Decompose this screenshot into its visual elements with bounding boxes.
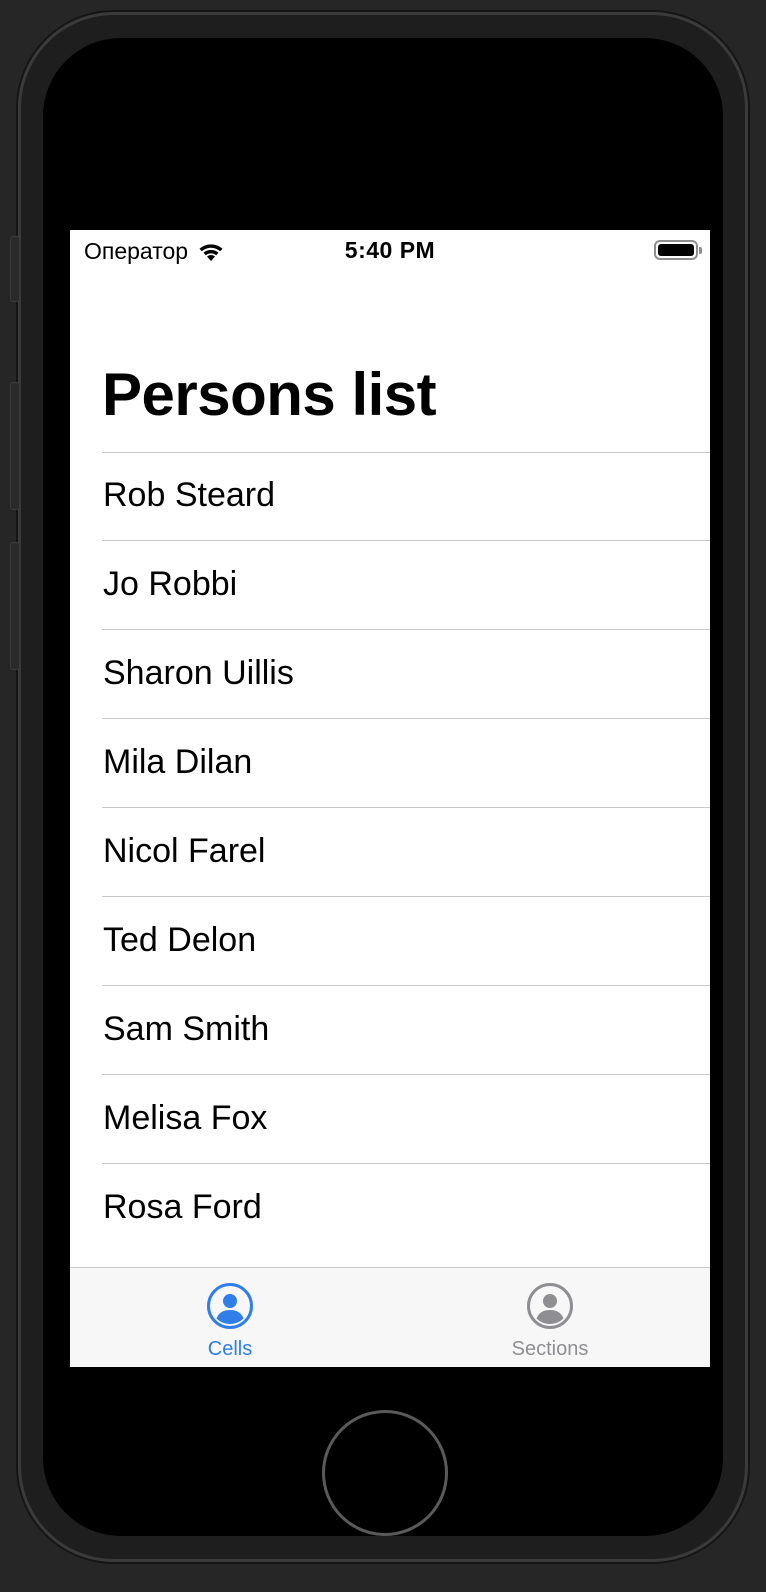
tab-cells[interactable]: Cells xyxy=(70,1268,390,1367)
tab-label: Cells xyxy=(207,1338,253,1360)
table-row[interactable]: Ted Delon xyxy=(70,897,710,986)
table-row[interactable]: Rosa Ford xyxy=(70,1164,710,1252)
battery-full-icon xyxy=(654,240,702,260)
tab-label: Sections xyxy=(511,1338,589,1360)
status-bar: Оператор 5:40 PM xyxy=(70,230,710,270)
table-row[interactable]: Mila Dilan xyxy=(70,719,710,808)
person-name: Melisa Fox xyxy=(103,1099,268,1137)
app-screen: Оператор 5:40 PM Persons list Rob Steard… xyxy=(70,230,710,1367)
person-circle-icon xyxy=(207,1283,253,1329)
table-row[interactable]: Melisa Fox xyxy=(70,1075,710,1164)
persons-table[interactable]: Rob Steard Jo Robbi Sharon Uillis Mila D… xyxy=(70,452,710,1252)
person-name: Sharon Uillis xyxy=(103,654,294,692)
table-row[interactable]: Sharon Uillis xyxy=(70,630,710,719)
table-row[interactable]: Nicol Farel xyxy=(70,808,710,897)
person-name: Jo Robbi xyxy=(103,565,238,603)
person-name: Rosa Ford xyxy=(103,1188,262,1226)
person-name: Rob Steard xyxy=(103,476,275,514)
table-row[interactable]: Sam Smith xyxy=(70,986,710,1075)
tab-sections[interactable]: Sections xyxy=(390,1268,710,1367)
tab-bar: Cells Sections xyxy=(70,1267,710,1367)
mute-switch xyxy=(10,236,20,302)
status-time: 5:40 PM xyxy=(344,237,436,263)
person-circle-icon xyxy=(527,1283,573,1329)
volume-down-button xyxy=(10,542,20,670)
person-name: Ted Delon xyxy=(103,921,257,959)
home-button[interactable] xyxy=(322,1410,448,1536)
volume-up-button xyxy=(10,382,20,510)
person-name: Mila Dilan xyxy=(103,743,253,781)
person-name: Sam Smith xyxy=(103,1010,270,1048)
table-row[interactable]: Jo Robbi xyxy=(70,541,710,630)
page-title: Persons list xyxy=(102,361,437,428)
person-name: Nicol Farel xyxy=(103,832,266,870)
table-row[interactable]: Rob Steard xyxy=(70,452,710,541)
